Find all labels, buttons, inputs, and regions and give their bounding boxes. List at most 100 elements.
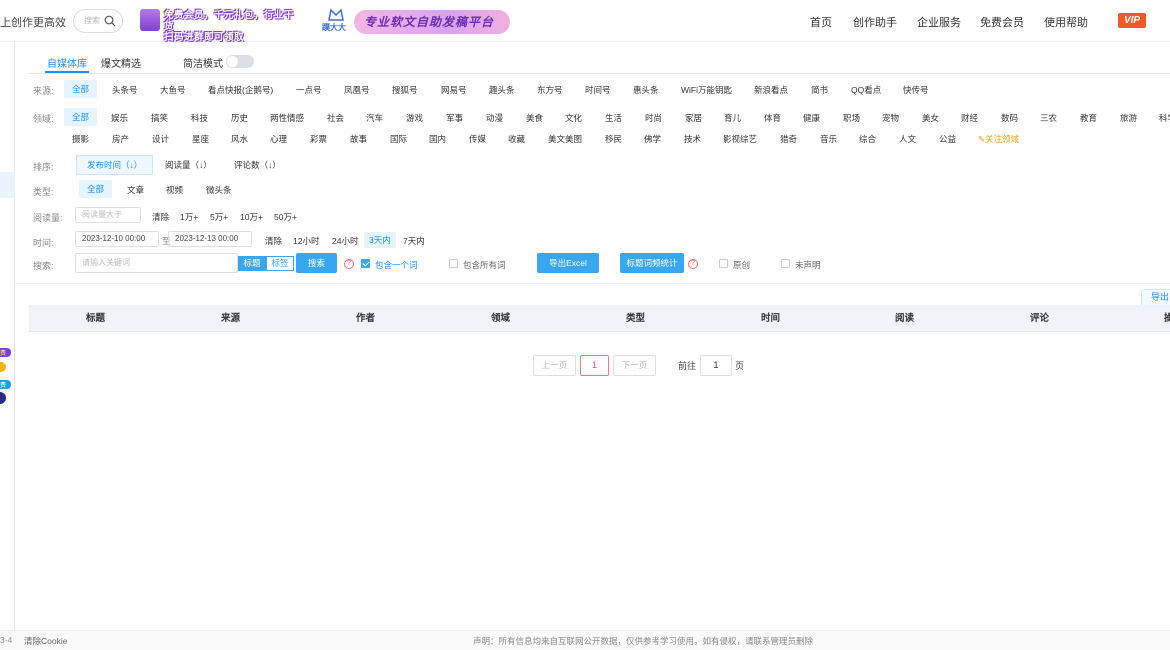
field-chip[interactable]: 社会 [327,112,344,124]
pudada-logo[interactable]: 蹼大大 [322,8,348,36]
field2-chip[interactable]: 国内 [429,133,446,145]
field-chip[interactable]: 游戏 [406,112,423,124]
undeclared-checkbox[interactable] [781,259,790,268]
field2-chip[interactable]: 公益 [939,133,956,145]
source-chip[interactable]: 简书 [811,84,828,96]
field-chip[interactable]: 美食 [526,112,543,124]
tab-hot-articles[interactable]: 爆文精选 [101,55,141,70]
field-chip[interactable]: 教育 [1080,112,1097,124]
sidebar-free-badge[interactable]: 费 [0,348,11,357]
field-chip[interactable]: 数码 [1001,112,1018,124]
field2-chip[interactable]: 摄影 [72,133,89,145]
keyword-search-input[interactable]: 请输入关键词 [75,253,238,273]
search-button[interactable]: 搜索 [296,253,337,273]
source-chip[interactable]: QQ看点 [851,84,881,96]
title-word-frequency-button[interactable]: 标题词频统计 [620,253,684,273]
source-chip[interactable]: 新浪看点 [754,84,788,96]
search-mode-tag[interactable]: 标签 [266,256,294,271]
header-search-input[interactable]: 搜索 [73,9,123,33]
source-chip[interactable]: 快传号 [903,84,929,96]
source-chip[interactable]: 网易号 [441,84,467,96]
export-tab[interactable]: 导出 [1141,289,1170,305]
search-mode-title[interactable]: 标题 [238,256,266,271]
field-chip[interactable]: 军事 [446,112,463,124]
time-preset-12h[interactable]: 12小时 [293,235,319,247]
type-video[interactable]: 视频 [166,184,183,196]
original-checkbox[interactable] [719,259,728,268]
field2-chip[interactable]: 传媒 [469,133,486,145]
field-chip[interactable]: 财经 [961,112,978,124]
field-chip[interactable]: 科技 [191,112,208,124]
field-chip[interactable]: 汽车 [366,112,383,124]
field-chip[interactable]: 历史 [231,112,248,124]
field-chip[interactable]: 育儿 [724,112,741,124]
field-chip[interactable]: 家居 [685,112,702,124]
prev-page-button[interactable]: 上一页 [533,355,576,376]
tab-media-library[interactable]: 自媒体库 [47,55,87,70]
time-preset-24h[interactable]: 24小时 [332,235,358,247]
field2-chip[interactable]: 彩票 [310,133,327,145]
source-chip[interactable]: 看点快报(企鹅号) [208,84,273,96]
source-chip[interactable]: 大鱼号 [160,84,186,96]
next-page-button[interactable]: 下一页 [613,355,656,376]
reads-clear-button[interactable]: 清除 [152,211,169,223]
source-chip[interactable]: 凤凰号 [344,84,370,96]
reads-preset-10k[interactable]: 1万+ [180,211,198,223]
type-micro-headline[interactable]: 微头条 [206,184,232,196]
field2-chip[interactable]: 美文美图 [548,133,582,145]
export-excel-button[interactable]: 导出Excel [537,253,599,273]
nav-creation-assistant[interactable]: 创作助手 [853,14,897,30]
simple-mode-toggle[interactable] [226,55,254,68]
field2-chip[interactable]: 风水 [231,133,248,145]
time-clear-button[interactable]: 清除 [265,235,282,247]
nav-help[interactable]: 使用帮助 [1044,14,1088,30]
source-chip[interactable]: 搜狐号 [392,84,418,96]
field-chip[interactable]: 科学 [1159,112,1170,124]
nav-enterprise-services[interactable]: 企业服务 [917,14,961,30]
sidebar-active-item[interactable] [0,172,15,198]
sort-comment-count[interactable]: 评论数（↓） [234,159,281,171]
contains-all-words-checkbox[interactable] [449,259,458,268]
field-chip[interactable]: 动漫 [486,112,503,124]
source-chip[interactable]: 惠头条 [633,84,659,96]
help-icon-2[interactable]: ? [688,259,698,269]
type-article[interactable]: 文章 [127,184,144,196]
time-preset-3d[interactable]: 3天内 [364,232,396,248]
field2-chip[interactable]: 人文 [899,133,916,145]
field2-chip[interactable]: 房产 [112,133,129,145]
field-chip[interactable]: 宠物 [882,112,899,124]
field-chip[interactable]: 搞笑 [151,112,168,124]
field2-chip[interactable]: 影视综艺 [723,133,757,145]
sort-read-count[interactable]: 阅读量（↓） [165,159,212,171]
time-end-input[interactable]: 2023-12-13 00:00 [168,231,252,247]
source-chip[interactable]: WiFi万能钥匙 [681,84,732,96]
source-chip[interactable]: 全部 [64,80,98,98]
time-start-input[interactable]: 2023-12-10 00:00 [75,231,159,247]
reads-preset-100k[interactable]: 10万+ [240,211,263,223]
field2-chip[interactable]: 星座 [192,133,209,145]
field-chip[interactable]: 健康 [803,112,820,124]
field2-chip[interactable]: 猎奇 [780,133,797,145]
sidebar-free-badge-2[interactable]: 费 [0,380,11,389]
help-icon[interactable]: ? [344,259,354,269]
field-chip[interactable]: 全部 [64,108,98,126]
promo-banner-publishing[interactable]: 专业软文自助发稿平台 [354,10,510,34]
field-chip[interactable]: 两性情感 [270,112,304,124]
follow-field-button[interactable]: ✎关注领域 [978,133,1019,145]
field2-chip[interactable]: 国际 [390,133,407,145]
field2-chip[interactable]: 佛学 [644,133,661,145]
field-chip[interactable]: 美女 [922,112,939,124]
clear-cookie-link[interactable]: 清除Cookie [24,635,67,647]
reads-preset-50k[interactable]: 5万+ [210,211,228,223]
search-icon[interactable] [104,15,116,27]
field-chip[interactable]: 生活 [605,112,622,124]
field2-chip[interactable]: 技术 [684,133,701,145]
field-chip[interactable]: 娱乐 [111,112,128,124]
source-chip[interactable]: 东方号 [537,84,563,96]
source-chip[interactable]: 头条号 [112,84,138,96]
field2-chip[interactable]: 设计 [152,133,169,145]
current-page-button[interactable]: 1 [580,355,609,376]
promo-banner-membership[interactable]: 免费会员，千元礼包，行业干货 扫码进群即可领取 [140,9,300,43]
field2-chip[interactable]: 收藏 [508,133,525,145]
field-chip[interactable]: 文化 [565,112,582,124]
